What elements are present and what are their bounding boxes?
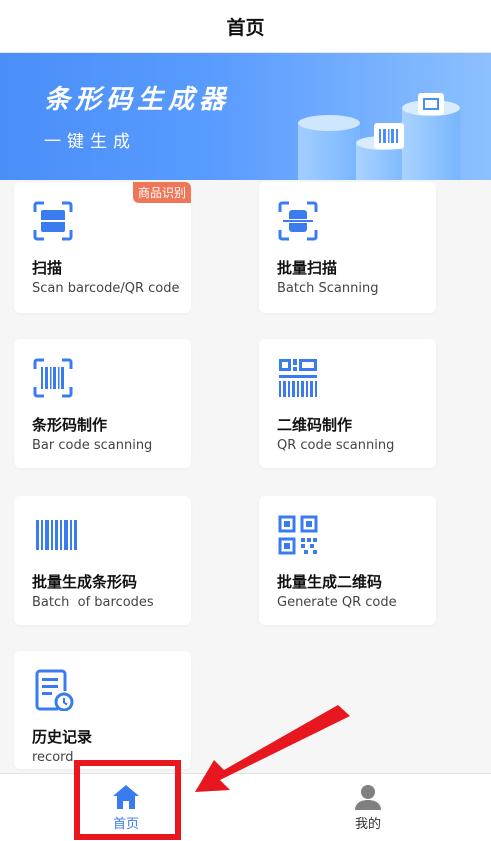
batch-scan-card-subtitle: Batch Scanning xyxy=(277,281,379,296)
qr-make-card[interactable]: 二维码制作 QR code scanning xyxy=(259,339,436,468)
barcode-icon xyxy=(36,520,77,550)
scan-card-subtitle: Scan barcode/QR code xyxy=(32,281,180,296)
history-card-subtitle: record xyxy=(32,750,74,765)
batch-barcode-card-label: 批量生成条形码 xyxy=(32,573,138,591)
qr-code-icon xyxy=(278,515,318,555)
batch-scan-icon xyxy=(278,201,318,241)
page-title: 首页 xyxy=(226,16,265,39)
scan-card[interactable]: 商品识别 扫描 Scan barcode/QR code xyxy=(14,182,191,313)
batch-scan-card-label: 批量扫描 xyxy=(277,259,338,277)
barcode-frame-icon xyxy=(33,358,73,398)
batch-scan-card[interactable]: 批量扫描 Batch Scanning xyxy=(259,182,436,313)
barcode-make-card-label: 条形码制作 xyxy=(32,416,108,434)
banner-subtitle: 一键生成 xyxy=(44,132,136,152)
scan-frame-icon xyxy=(33,201,73,241)
history-card-label: 历史记录 xyxy=(32,728,93,746)
scan-card-label: 扫描 xyxy=(32,259,63,277)
batch-barcode-card-subtitle: Batch of barcodes xyxy=(32,595,154,610)
batch-qr-card-label: 批量生成二维码 xyxy=(277,573,383,591)
banner-cylinders-illustration xyxy=(298,93,460,180)
user-icon xyxy=(355,784,381,810)
product-recognition-badge: 商品识别 xyxy=(132,182,191,203)
history-card[interactable]: 历史记录 record xyxy=(14,651,191,769)
batch-barcode-card[interactable]: 批量生成条形码 Batch of barcodes xyxy=(14,496,191,625)
banner-title: 条形码生成器 xyxy=(44,85,231,115)
barcode-make-card[interactable]: 条形码制作 Bar code scanning xyxy=(14,339,191,468)
highlight-box xyxy=(74,760,181,840)
barcode-make-card-subtitle: Bar code scanning xyxy=(32,438,153,453)
tab-me[interactable]: 我的 xyxy=(288,774,448,841)
batch-qr-card-subtitle: Generate QR code xyxy=(277,595,397,610)
history-document-icon xyxy=(35,669,74,711)
qr-make-card-subtitle: QR code scanning xyxy=(277,438,395,453)
batch-qr-card[interactable]: 批量生成二维码 Generate QR code xyxy=(259,496,436,625)
hero-banner[interactable]: 条形码生成器 一键生成 xyxy=(0,53,491,180)
top-title-bar: 首页 xyxy=(0,0,491,53)
tab-me-label: 我的 xyxy=(354,816,381,832)
qr-make-card-label: 二维码制作 xyxy=(277,416,353,434)
qr-barcode-icon xyxy=(279,359,317,397)
